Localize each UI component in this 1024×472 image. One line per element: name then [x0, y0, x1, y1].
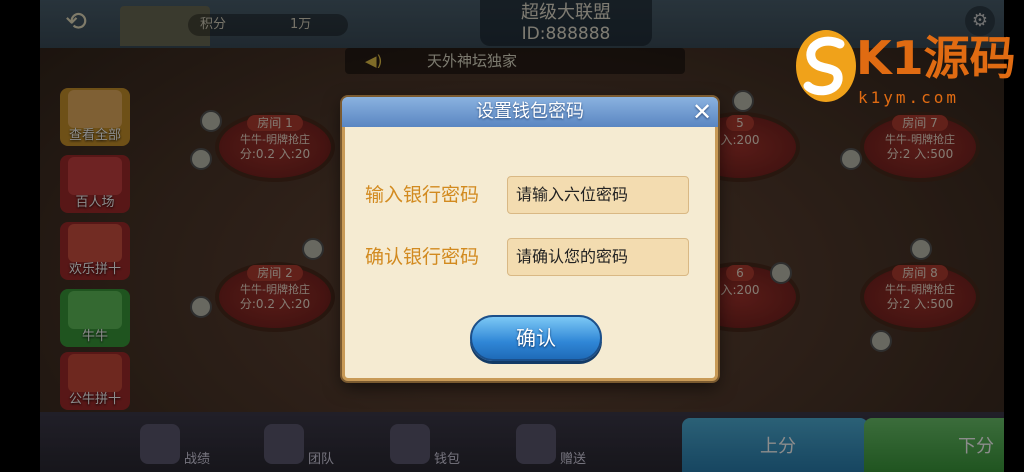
- watermark-brand: K1源码: [856, 31, 1016, 85]
- password-input[interactable]: 请输入六位密码: [507, 176, 689, 214]
- watermark-url: k1ym.com: [858, 88, 960, 107]
- dialog-title: 设置钱包密码: [476, 101, 584, 122]
- dialog-header: 设置钱包密码 ✕: [342, 97, 718, 127]
- left-letterbox: [0, 0, 40, 472]
- game-screen: ⟲ 积分 1万 超级大联盟 ID:888888 ⚙ ◀) 天外神坛独家 查看全部…: [0, 0, 1024, 472]
- k1-watermark-logo: K1源码 k1ym.com: [794, 28, 1016, 114]
- confirm-password-label: 确认银行密码: [365, 246, 480, 268]
- close-icon[interactable]: ✕: [688, 97, 716, 127]
- wallet-password-dialog: 设置钱包密码 ✕ 输入银行密码 请输入六位密码 确认银行密码 请确认您的密码 确…: [342, 97, 718, 381]
- k1-logo-icon: [796, 30, 856, 102]
- confirm-button[interactable]: 确认: [470, 315, 602, 361]
- confirm-password-input[interactable]: 请确认您的密码: [507, 238, 689, 276]
- password-label: 输入银行密码: [365, 184, 480, 206]
